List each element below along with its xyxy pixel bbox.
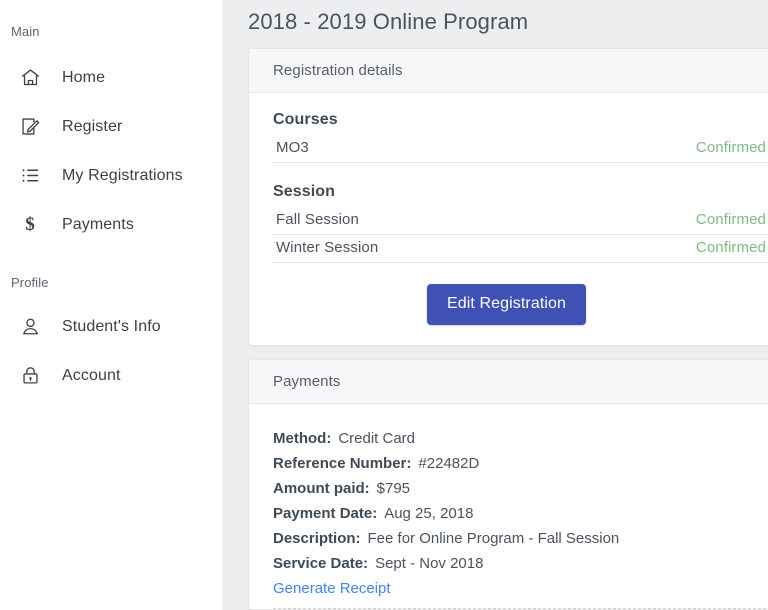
edit-registration-button[interactable]: Edit Registration [427, 284, 586, 325]
payment-method-value: Credit Card [338, 430, 415, 447]
person-icon [16, 316, 44, 337]
payments-card-body: Method: Credit Card Reference Number: #224… [249, 404, 768, 609]
amount-paid-line: Amount paid: $795 [273, 476, 768, 501]
reference-number-value: #22482D [418, 455, 479, 472]
sidebar-item-label-register: Register [62, 118, 122, 136]
service-date-value: Sept - Nov 2018 [375, 555, 483, 572]
sidebar-section-label-main: Main [0, 24, 222, 39]
sidebar-item-payments[interactable]: $ Payments [0, 200, 222, 249]
main-content: 2018 - 2019 Online Program Registration … [222, 0, 768, 610]
sidebar-item-register[interactable]: Register [0, 102, 222, 151]
description-value: Fee for Online Program - Fall Session [368, 530, 620, 547]
status-badge: Confirmed [696, 211, 768, 228]
edit-registration-row: Edit Registration [273, 263, 768, 327]
pencil-square-icon [16, 116, 44, 137]
payment-entry-divider [273, 608, 768, 609]
registration-details-card: Registration details Courses MO3 Confirm… [248, 48, 768, 346]
description-line: Description: Fee for Online Program - Fal… [273, 526, 768, 551]
session-name: Winter Session [276, 239, 378, 256]
reference-number-label: Reference Number: [273, 455, 411, 472]
sidebar-item-home[interactable]: Home [0, 53, 222, 102]
home-icon [16, 67, 44, 88]
table-row: Fall Session Confirmed [273, 207, 768, 235]
payment-method-line: Method: Credit Card [273, 426, 768, 451]
reference-number-line: Reference Number: #22482D [273, 451, 768, 476]
payment-date-value: Aug 25, 2018 [384, 505, 473, 522]
app-root: Main Home Register [0, 0, 768, 610]
courses-heading: Courses [273, 111, 768, 129]
registration-card-header: Registration details [249, 49, 768, 93]
payment-date-line: Payment Date: Aug 25, 2018 [273, 501, 768, 526]
sidebar-item-label-students-info: Student's Info [62, 318, 161, 336]
description-label: Description: [273, 530, 361, 547]
sidebar-item-label-payments: Payments [62, 216, 134, 234]
session-heading: Session [273, 183, 768, 201]
payments-card-header: Payments [249, 360, 768, 404]
service-date-label: Service Date: [273, 555, 368, 572]
payment-date-label: Payment Date: [273, 505, 377, 522]
sidebar-item-label-my-registrations: My Registrations [62, 167, 183, 185]
sidebar-item-label-home: Home [62, 69, 105, 87]
table-row: Winter Session Confirmed [273, 235, 768, 263]
payment-method-label: Method: [273, 430, 331, 447]
amount-paid-value: $795 [377, 480, 410, 497]
sidebar-item-my-registrations[interactable]: My Registrations [0, 151, 222, 200]
sidebar: Main Home Register [0, 0, 222, 610]
payments-card: Payments Method: Credit Card Reference Nu… [248, 359, 768, 610]
status-badge: Confirmed [696, 139, 768, 156]
sidebar-item-label-account: Account [62, 367, 121, 385]
dollar-icon: $ [16, 215, 44, 234]
table-row: MO3 Confirmed [273, 135, 768, 163]
list-icon [16, 165, 44, 186]
session-name: Fall Session [276, 211, 359, 228]
amount-paid-label: Amount paid: [273, 480, 370, 497]
page-title: 2018 - 2019 Online Program [248, 0, 768, 35]
status-badge: Confirmed [696, 239, 768, 256]
service-date-line: Service Date: Sept - Nov 2018 [273, 551, 768, 576]
sidebar-item-account[interactable]: Account [0, 351, 222, 400]
registration-card-body: Courses MO3 Confirmed Session Fall Sessi… [249, 93, 768, 345]
generate-receipt-link[interactable]: Generate Receipt [273, 576, 391, 601]
sidebar-item-students-info[interactable]: Student's Info [0, 302, 222, 351]
sidebar-section-label-profile: Profile [0, 275, 222, 290]
course-name: MO3 [276, 139, 309, 156]
lock-icon [16, 365, 44, 386]
